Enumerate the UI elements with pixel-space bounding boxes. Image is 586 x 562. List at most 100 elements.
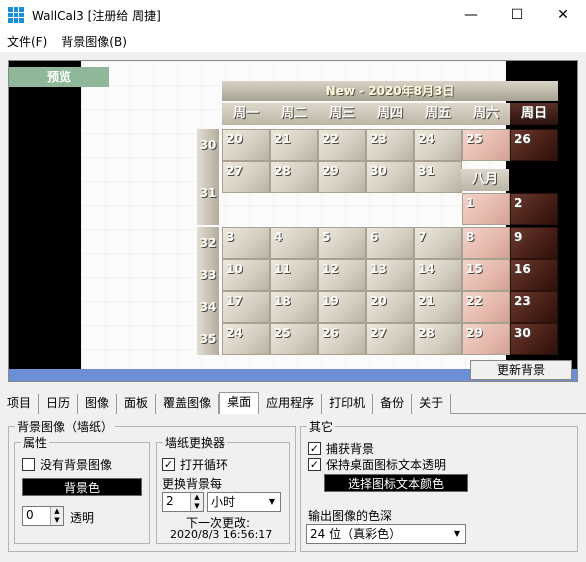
color-depth-select[interactable]: 24 位（真彩色） ▼ xyxy=(306,524,466,544)
day-cell: 23 xyxy=(366,129,414,161)
day-cell: 22 xyxy=(318,129,366,161)
maximize-button[interactable]: ☐ xyxy=(494,0,540,30)
day-header-mon: 周一 xyxy=(222,103,270,125)
day-cell: 16 xyxy=(510,259,558,291)
day-cell: 14 xyxy=(414,259,462,291)
day-cell: 13 xyxy=(366,259,414,291)
tab-desktop[interactable]: 桌面 xyxy=(219,392,260,414)
loop-checkbox[interactable]: ✓ xyxy=(162,458,175,471)
day-cell: 10 xyxy=(222,259,270,291)
day-cell: 7 xyxy=(414,227,462,259)
day-cell: 6 xyxy=(366,227,414,259)
day-header-thu: 周四 xyxy=(366,103,414,125)
day-cell: 24 xyxy=(414,129,462,161)
changer-group-legend: 墙纸更换器 xyxy=(165,436,226,450)
day-cell: 28 xyxy=(270,161,318,193)
week-number: 32 xyxy=(197,227,219,259)
attributes-group-legend: 属性 xyxy=(23,436,48,450)
week-number: 31 xyxy=(197,161,219,225)
next-change-time: 2020/8/3 16:56:17 xyxy=(170,528,273,541)
title-bar: WallCal3 [注册给 周捷] — ☐ ✕ xyxy=(0,0,586,30)
month-label: 八月 xyxy=(461,169,509,191)
tab-strip: 项目 日历 图像 面板 覆盖图像 桌面 应用程序 打印机 备份 关于 xyxy=(0,392,586,414)
tab-project[interactable]: 项目 xyxy=(0,394,40,414)
calendar-title: New - 2020年8月3日 xyxy=(222,81,558,101)
minimize-button[interactable]: — xyxy=(448,0,494,30)
keep-transparent-checkbox[interactable]: ✓ xyxy=(308,458,321,471)
day-cell: 26 xyxy=(318,323,366,355)
interval-value: 2 xyxy=(166,494,174,508)
day-cell: 26 xyxy=(510,129,558,161)
week-number: 33 xyxy=(197,259,219,291)
chevron-down-icon: ▼ xyxy=(268,497,276,506)
keep-transparent-label: 保持桌面图标文本透明 xyxy=(326,458,447,472)
loop-label: 打开循环 xyxy=(180,458,229,472)
day-cell: 27 xyxy=(366,323,414,355)
day-cell: 1 xyxy=(462,193,510,225)
close-button[interactable]: ✕ xyxy=(540,0,586,30)
wallpaper-preview: 预览 New - 2020年8月3日 周一 周二 周三 周四 周五 周六 周日 … xyxy=(8,60,578,382)
week-number: 35 xyxy=(197,323,219,355)
day-cell: 29 xyxy=(318,161,366,193)
spin-down-icon[interactable]: ▼ xyxy=(190,502,203,511)
day-cell: 4 xyxy=(270,227,318,259)
chevron-down-icon: ▼ xyxy=(453,529,461,538)
day-header-tue: 周二 xyxy=(270,103,318,125)
tab-calendar[interactable]: 日历 xyxy=(39,394,79,414)
tab-image[interactable]: 图像 xyxy=(78,394,118,414)
bg-color-button[interactable]: 背景色 xyxy=(22,478,142,496)
day-cell: 24 xyxy=(222,323,270,355)
day-cell: 15 xyxy=(462,259,510,291)
day-cell: 3 xyxy=(222,227,270,259)
menu-background-image[interactable]: 背景图像(B) xyxy=(54,33,134,50)
transparency-stepper[interactable]: 0 ▲ ▼ xyxy=(22,506,64,526)
other-group-legend: 其它 xyxy=(309,420,334,434)
preview-tag: 预览 xyxy=(9,67,109,87)
day-cell: 28 xyxy=(414,323,462,355)
day-cell: 2 xyxy=(510,193,558,225)
spin-down-icon[interactable]: ▼ xyxy=(50,516,63,525)
tab-panel[interactable]: 面板 xyxy=(117,394,157,414)
day-cell: 9 xyxy=(510,227,558,259)
day-header-wed: 周三 xyxy=(318,103,366,125)
day-cell: 29 xyxy=(462,323,510,355)
day-cell: 17 xyxy=(222,291,270,323)
no-bg-image-label: 没有背景图像 xyxy=(40,458,113,472)
interval-unit-select[interactable]: 小时 ▼ xyxy=(207,492,281,512)
day-cell: 20 xyxy=(366,291,414,323)
no-bg-image-checkbox[interactable] xyxy=(22,458,35,471)
menu-file[interactable]: 文件(F) xyxy=(0,33,54,50)
day-cell: 18 xyxy=(270,291,318,323)
spin-up-icon[interactable]: ▲ xyxy=(190,493,203,502)
change-every-label: 更换背景每 xyxy=(162,477,223,491)
day-cell: 19 xyxy=(318,291,366,323)
day-cell: 25 xyxy=(462,129,510,161)
wallpaper-group-legend: 背景图像（墙纸） xyxy=(17,420,114,434)
menu-bar: 文件(F) 背景图像(B) xyxy=(0,30,586,52)
day-header-fri: 周五 xyxy=(414,103,462,125)
icon-text-color-button[interactable]: 选择图标文本颜色 xyxy=(324,474,468,492)
day-cell: 21 xyxy=(270,129,318,161)
spin-up-icon[interactable]: ▲ xyxy=(50,507,63,516)
tab-backup[interactable]: 备份 xyxy=(373,394,413,414)
color-depth-value: 24 位（真彩色） xyxy=(310,527,402,541)
capture-bg-label: 捕获背景 xyxy=(326,442,375,456)
day-header-sun: 周日 xyxy=(510,103,558,125)
day-cell: 22 xyxy=(462,291,510,323)
day-cell: 30 xyxy=(510,323,558,355)
interval-stepper[interactable]: 2 ▲ ▼ xyxy=(162,492,204,512)
day-cell: 27 xyxy=(222,161,270,193)
week-number: 30 xyxy=(197,129,219,161)
tab-about[interactable]: 关于 xyxy=(412,394,452,414)
app-grid-icon xyxy=(8,7,24,23)
day-cell: 12 xyxy=(318,259,366,291)
day-cell: 5 xyxy=(318,227,366,259)
capture-bg-checkbox[interactable]: ✓ xyxy=(308,442,321,455)
tab-overlay-image[interactable]: 覆盖图像 xyxy=(156,394,220,414)
day-header-sat: 周六 xyxy=(462,103,510,125)
day-cell: 8 xyxy=(462,227,510,259)
tab-applications[interactable]: 应用程序 xyxy=(259,394,323,414)
update-background-button[interactable]: 更新背景 xyxy=(470,360,572,380)
day-cell: 21 xyxy=(414,291,462,323)
tab-printer[interactable]: 打印机 xyxy=(322,394,374,414)
